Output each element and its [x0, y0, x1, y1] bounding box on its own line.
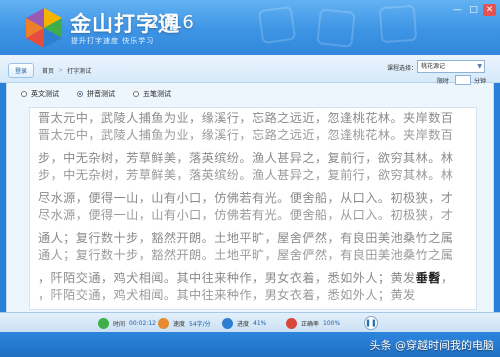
mode-pinyin[interactable]: 拼音测试: [77, 89, 115, 99]
stat-accuracy-label: 正确率: [301, 320, 320, 328]
typed-text-line[interactable]: ，阡陌交通，鸡犬相闻。其中往来种作，男女衣着，悉如外人；黄发: [38, 287, 472, 304]
breadcrumb-current: 打字测试: [67, 68, 92, 75]
mode-wubi[interactable]: 五笔测试: [133, 89, 171, 99]
stat-time-value: 00:02:12: [129, 319, 156, 327]
typed-text-line[interactable]: 晋太元中，武陵人捕鱼为业，缘溪行，忘路之远近，忽逢桃花林。夹岸数百: [38, 127, 472, 144]
breadcrumb: 登录 首页 > 打字测试: [8, 63, 91, 78]
time-limit-label: 限时: [437, 78, 450, 85]
watermark-text: 头条 @穿越时间我的电脑: [369, 339, 495, 352]
typed-text-line[interactable]: 尽水源，便得一山，山有小口，仿佛若有光。便舍船，从口入。初极狭，才: [38, 207, 472, 224]
original-text-line: ，阡陌交通，鸡犬相闻。其中往来种作，男女衣着，悉如外人；黄发垂髫，: [38, 270, 472, 287]
breadcrumb-separator: >: [58, 67, 64, 74]
window-controls: — □ ✕: [451, 4, 496, 16]
accuracy-icon: [286, 317, 297, 329]
original-text-segment: ，阡陌交通，鸡犬相闻。其中往来种作，男女衣着，悉如外人；黄发: [38, 271, 416, 285]
maximize-button[interactable]: □: [467, 4, 480, 16]
stat-progress: 进度 41%: [222, 317, 266, 329]
chevron-down-icon: ▼: [477, 63, 482, 70]
minimize-button[interactable]: —: [451, 4, 464, 16]
bottom-strip: 头条 @穿越时间我的电脑: [0, 332, 500, 357]
clock-icon: [98, 317, 109, 329]
stat-speed-value: 54字/分: [189, 320, 211, 328]
next-characters: 垂髫: [415, 271, 441, 285]
app-logo-icon: [26, 8, 62, 48]
typed-text-line[interactable]: 通人；复行数十步，豁然开朗。土地平旷，屋舍俨然，有良田美池桑竹之属: [38, 247, 472, 264]
stat-time: 时间 00:02:12: [98, 317, 156, 329]
course-select[interactable]: 桃花源记 ▼: [417, 60, 485, 73]
stat-time-label: 时间: [113, 320, 126, 328]
test-mode-group: 英文测试 拼音测试 五笔测试: [21, 89, 171, 99]
mode-pinyin-label: 拼音测试: [87, 90, 115, 98]
original-text-line: 晋太元中，武陵人捕鱼为业，缘溪行，忘路之远近，忽逢桃花林。夹岸数百: [38, 111, 454, 125]
navigation-bar: 登录 首页 > 打字测试 课程选择： 桃花源记 ▼: [0, 55, 500, 83]
close-button[interactable]: ✕: [483, 4, 496, 16]
original-text-line: 通人；复行数十步，豁然开朗。土地平旷，屋舍俨然，有良田美池桑竹之属: [38, 231, 454, 245]
original-text-line: 尽水源，便得一山，山有小口，仿佛若有光。便舍船，从口入。初极狭，才: [38, 191, 454, 205]
header-decoration: [378, 4, 418, 44]
stat-accuracy: 正确率 100%: [286, 317, 340, 329]
radio-pinyin[interactable]: [77, 91, 83, 97]
stat-progress-value: 41%: [253, 319, 267, 327]
radio-wubi[interactable]: [133, 91, 139, 97]
original-text-tail: ，: [440, 271, 454, 285]
progress-icon: [222, 317, 233, 329]
original-text-line: 步，中无杂树，芳草鲜美，落英缤纷。渔人甚异之，复前行，欲穷其林。林: [38, 151, 454, 165]
speed-icon: [158, 317, 169, 329]
status-bar: 时间 00:02:12 速度 54字/分 进度 41% 正确率 100% ❚❚: [0, 312, 500, 332]
practice-text-area[interactable]: 晋太元中，武陵人捕鱼为业，缘溪行，忘路之远近，忽逢桃花林。夹岸数百 晋太元中，武…: [29, 107, 477, 310]
pause-button[interactable]: ❚❚: [364, 316, 378, 330]
time-limit-unit: 分钟: [474, 78, 487, 85]
time-limit-input[interactable]: [455, 75, 471, 85]
typing-test-panel: 英文测试 拼音测试 五笔测试 晋太元中，武陵人捕鱼为业，缘溪行，忘路之远近，忽逢…: [6, 83, 494, 312]
mode-english[interactable]: 英文测试: [21, 89, 59, 99]
header-decoration: [316, 8, 356, 48]
mode-wubi-label: 五笔测试: [143, 90, 171, 98]
header-decoration: [257, 5, 297, 45]
stat-speed-label: 速度: [173, 320, 186, 328]
app-year: 2016: [148, 12, 194, 33]
app-subtitle: 提升打字速度 快乐学习: [71, 37, 155, 45]
stat-speed: 速度 54字/分: [158, 317, 211, 329]
typed-text-line[interactable]: 步，中无杂树，芳草鲜美，落英缤纷。渔人甚异之，复前行，欲穷其林。林: [38, 167, 472, 184]
mode-english-label: 英文测试: [31, 90, 59, 98]
course-select-label: 课程选择：: [387, 65, 418, 72]
login-button[interactable]: 登录: [8, 63, 35, 78]
stat-progress-label: 进度: [237, 320, 250, 328]
app-header: 金山打字通 2016 提升打字速度 快乐学习 — □ ✕: [0, 0, 500, 55]
course-select-value: 桃花源记: [421, 63, 446, 70]
stat-accuracy-value: 100%: [323, 319, 341, 327]
radio-english[interactable]: [21, 91, 27, 97]
breadcrumb-home[interactable]: 首页: [42, 66, 54, 75]
